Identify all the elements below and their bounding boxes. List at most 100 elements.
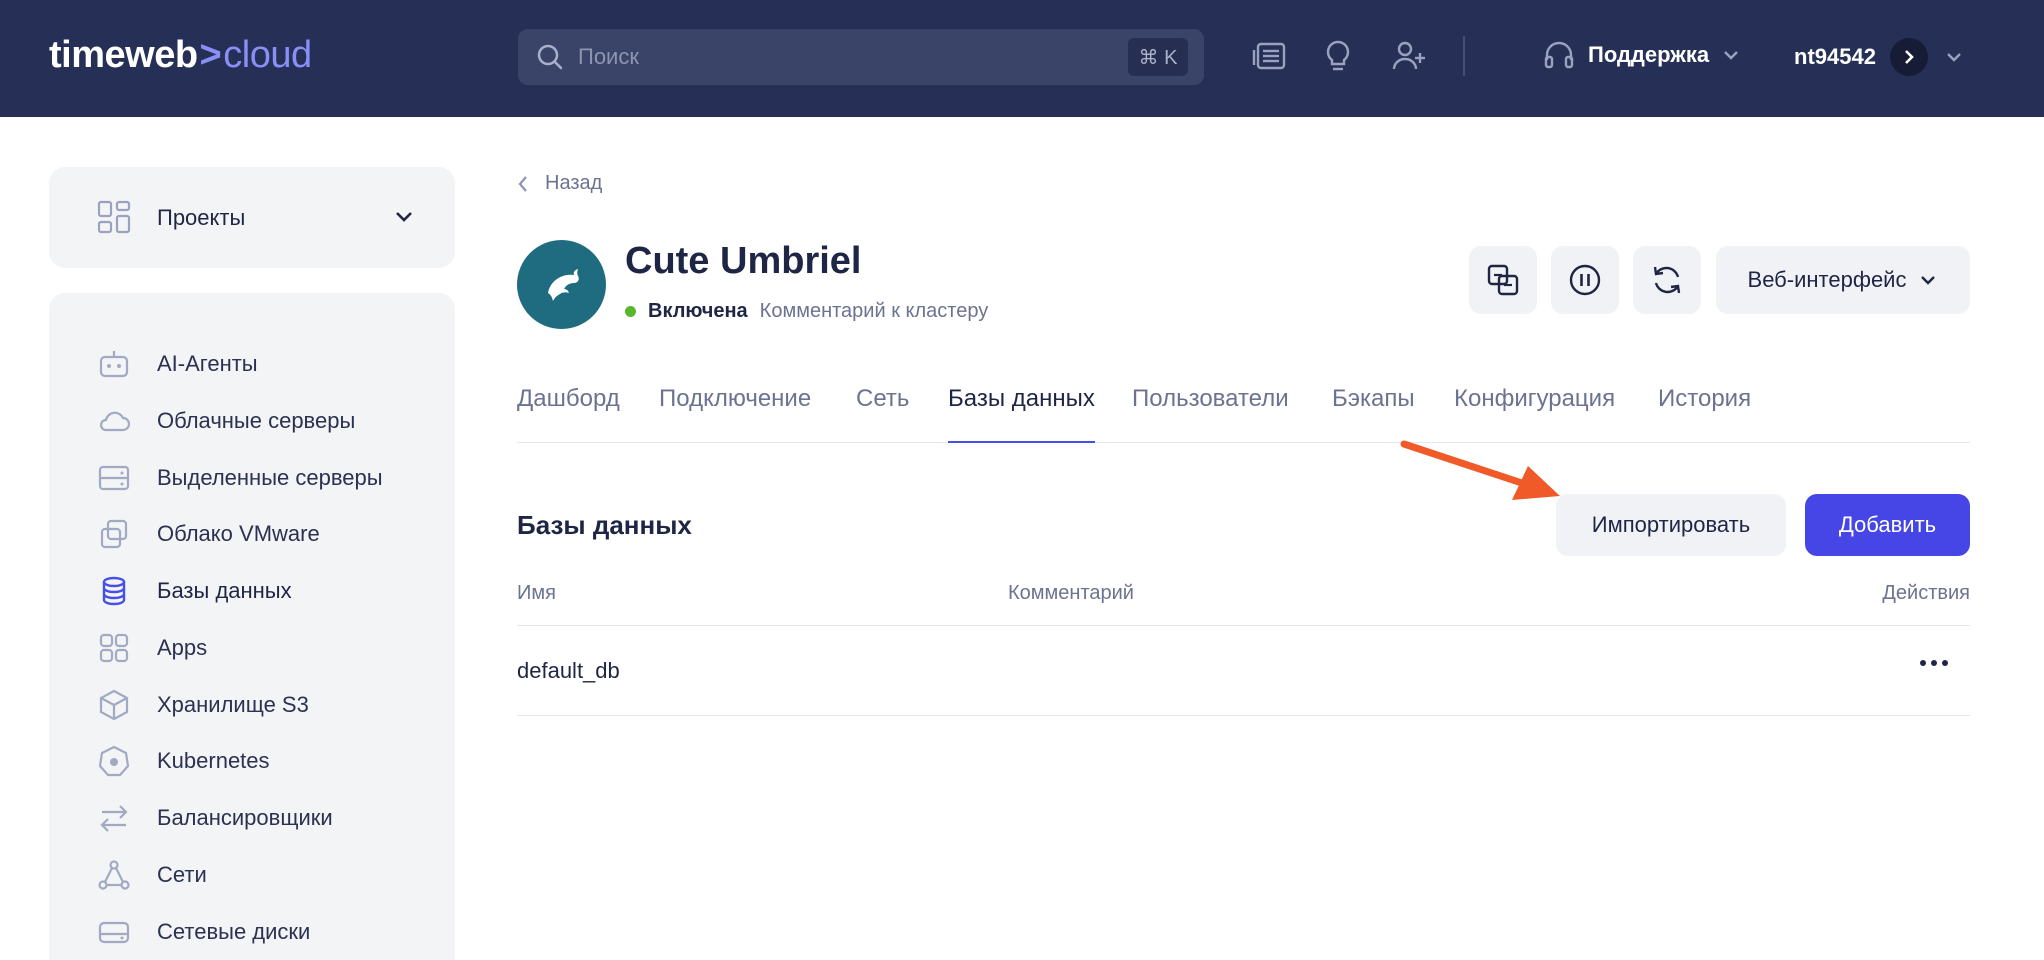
row-actions-menu[interactable] [1920, 660, 1953, 666]
chevron-right-icon [1905, 50, 1914, 64]
projects-selector[interactable]: Проекты [49, 167, 455, 268]
sidebar-item-label: Выделенные серверы [157, 465, 383, 490]
sidebar-item-s3-storage[interactable]: Хранилище S3 [97, 685, 309, 725]
headset-icon [1544, 41, 1574, 69]
username: nt94542 [1794, 44, 1876, 69]
logo-text: timeweb [49, 34, 198, 76]
tab-history[interactable]: История [1658, 385, 1751, 443]
restart-button[interactable] [1633, 246, 1701, 314]
search-input[interactable]: Поиск ⌘ K [518, 29, 1204, 85]
sidebar-nav: AI-Агенты Облачные серверы Выделенные се… [49, 293, 455, 960]
sidebar-item-label: Сетевые диски [157, 919, 311, 944]
db-avatar [517, 240, 606, 329]
cloud-icon [97, 404, 131, 438]
tab-dashboard[interactable]: Дашборд [517, 385, 620, 443]
dot [1942, 660, 1948, 666]
import-button[interactable]: Импортировать [1556, 494, 1786, 556]
account-arrow[interactable] [1889, 38, 1928, 76]
pause-icon [1569, 264, 1601, 296]
web-interface-label: Веб-интерфейс [1747, 267, 1907, 292]
grid-icon [97, 200, 131, 234]
header-divider [1463, 36, 1465, 76]
cluster-name: Cute Umbriel [625, 240, 862, 282]
column-header-actions: Действия [1882, 582, 1970, 604]
sidebar-item-label: AI-Агенты [157, 351, 258, 376]
network-icon [97, 858, 131, 892]
column-header-name: Имя [517, 582, 556, 604]
copy-icon [1487, 264, 1519, 296]
user-menu[interactable]: nt94542 [1794, 38, 1964, 76]
sidebar-item-label: Kubernetes [157, 748, 270, 773]
annotation-arrow [1400, 440, 1560, 500]
disk-icon [97, 915, 131, 949]
cluster-status: Включена Комментарий к кластеру [625, 300, 988, 323]
tab-connection[interactable]: Подключение [659, 385, 811, 443]
sidebar-item-label: Хранилище S3 [157, 692, 309, 717]
cluster-tabs: Дашборд Подключение Сеть Базы данных Пол… [517, 385, 1970, 443]
search-icon [537, 44, 563, 70]
logo-separator: > [199, 34, 222, 76]
tab-network[interactable]: Сеть [856, 385, 909, 443]
clone-button[interactable] [1469, 246, 1537, 314]
sidebar-item-vmware[interactable]: Облако VMware [97, 514, 320, 554]
sidebar-item-dedicated-servers[interactable]: Выделенные серверы [97, 458, 383, 498]
chevron-down-icon [1724, 51, 1738, 60]
pause-button[interactable] [1551, 246, 1619, 314]
sidebar-item-label: Балансировщики [157, 805, 333, 830]
projects-label: Проекты [157, 205, 246, 230]
sidebar-item-apps[interactable]: Apps [97, 628, 207, 668]
logo[interactable]: timeweb > cloud [49, 34, 312, 77]
support-label: Поддержка [1588, 42, 1710, 67]
database-name: default_db [517, 658, 620, 683]
server-icon [97, 461, 131, 495]
search-shortcut: ⌘ K [1128, 38, 1188, 76]
web-interface-button[interactable]: Веб-интерфейс [1716, 246, 1970, 314]
table-divider [517, 715, 1970, 716]
section-title: Базы данных [517, 510, 692, 540]
sidebar-item-balancers[interactable]: Балансировщики [97, 798, 333, 838]
robot-icon [97, 347, 131, 381]
sidebar-item-cloud-servers[interactable]: Облачные серверы [97, 401, 355, 441]
sidebar-item-label: Облако VMware [157, 521, 320, 546]
dot [1931, 660, 1937, 666]
tab-configuration[interactable]: Конфигурация [1454, 385, 1615, 443]
logo-cloud-text: cloud [223, 34, 312, 76]
chevron-down-icon [1921, 276, 1936, 285]
cube-icon [97, 688, 131, 722]
vmware-icon [97, 517, 131, 551]
balancer-icon [97, 801, 131, 835]
back-label: Назад [545, 172, 603, 194]
chevron-down-icon [396, 212, 412, 222]
apps-icon [97, 631, 131, 665]
kubernetes-icon [97, 744, 131, 778]
search-placeholder: Поиск [578, 44, 639, 69]
sidebar-item-label: Облачные серверы [157, 408, 356, 433]
tab-users[interactable]: Пользователи [1132, 385, 1289, 443]
dot [1920, 660, 1926, 666]
top-header: timeweb > cloud Поиск ⌘ K Поддержка nt94… [0, 0, 2044, 117]
back-link[interactable]: Назад [517, 172, 602, 195]
status-dot [625, 306, 636, 317]
refresh-icon [1653, 266, 1681, 294]
tab-databases[interactable]: Базы данных [948, 385, 1095, 443]
dolphin-icon [547, 268, 579, 301]
chevron-down-icon [1947, 53, 1961, 62]
news-icon[interactable] [1251, 37, 1289, 75]
table-divider [517, 625, 1970, 626]
tab-backups[interactable]: Бэкапы [1332, 385, 1415, 443]
sidebar-item-networks[interactable]: Сети [97, 855, 207, 895]
sidebar-item-label: Базы данных [157, 578, 292, 603]
sidebar-item-label: Apps [157, 635, 208, 660]
column-header-comment: Комментарий [1008, 582, 1134, 604]
add-database-button[interactable]: Добавить [1805, 494, 1970, 556]
sidebar-item-ai-agents[interactable]: AI-Агенты [97, 344, 258, 384]
support-menu[interactable]: Поддержка [1542, 38, 1753, 72]
sidebar-item-databases[interactable]: Базы данных [97, 571, 292, 611]
lightbulb-icon[interactable] [1319, 37, 1357, 75]
sidebar-item-network-disks[interactable]: Сетевые диски [97, 912, 310, 952]
sidebar-item-kubernetes[interactable]: Kubernetes [97, 741, 270, 781]
status-text: Включена [648, 300, 748, 322]
add-user-icon[interactable] [1390, 37, 1428, 75]
cluster-comment[interactable]: Комментарий к кластеру [760, 300, 989, 323]
chevron-left-icon [518, 175, 527, 192]
